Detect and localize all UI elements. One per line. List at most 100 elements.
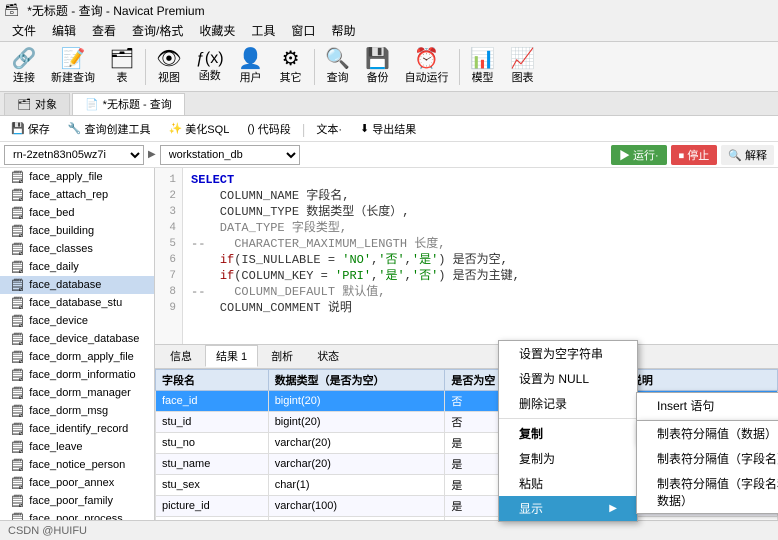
menu-favorites[interactable]: 收藏夹 — [191, 20, 243, 41]
ctx-copy-as[interactable]: 复制为 — [499, 446, 637, 471]
table-row-icon: 🗒 — [10, 332, 25, 346]
connection-select[interactable]: rn-2zetn83n05wz7i — [4, 145, 144, 165]
save-button[interactable]: 💾 保存 — [4, 119, 57, 139]
table-row-icon: 🗒 — [10, 260, 25, 274]
submenu-tab-sep-data[interactable]: 制表符分隔值（数据） — [637, 421, 778, 446]
sidebar-item-face-database-stu[interactable]: 🗒 face_database_stu — [0, 294, 154, 312]
query-builder-label: 查询创建工具 — [85, 121, 151, 137]
table-row-icon: 🗒 — [10, 368, 25, 382]
query-button[interactable]: 🔍 查询 — [318, 45, 358, 89]
view-icon: 👁 — [156, 49, 181, 69]
function-button[interactable]: ƒ(x) 函数 — [189, 45, 231, 89]
user-button[interactable]: 👤 用户 — [231, 45, 271, 89]
ctx-set-null[interactable]: 设置为 NULL — [499, 366, 637, 391]
other-button[interactable]: ⚙ 其它 — [271, 45, 311, 89]
run-button[interactable]: ▶ 运行· — [611, 145, 667, 165]
tab-result1[interactable]: 结果 1 — [205, 345, 258, 367]
ctx-arrow-icon: ▶ — [609, 503, 617, 514]
sidebar-item-face-poor-annex[interactable]: 🗒 face_poor_annex — [0, 474, 154, 492]
sidebar-item-face-bed[interactable]: 🗒 face_bed — [0, 204, 154, 222]
sidebar-item-face-dorm-manager[interactable]: 🗒 face_dorm_manager — [0, 384, 154, 402]
sidebar-item-face-dorm-msg[interactable]: 🗒 face_dorm_msg — [0, 402, 154, 420]
explain-button[interactable]: 🔍 解释 — [721, 145, 774, 165]
table-header-row: 字段名 数据类型（是否为空） 是否为空 是否为主键 说明 — [156, 369, 778, 390]
code-content[interactable]: SELECT COLUMN_NAME 字段名, COLUMN_TYPE 数据类型… — [183, 168, 778, 344]
sidebar-item-face-apply-file[interactable]: 🗒 face_apply_file — [0, 168, 154, 186]
autorun-button[interactable]: ⏰ 自动运行 — [398, 45, 456, 89]
code-line-7: if(COLUMN_KEY = 'PRI','是','否') 是否为主键, — [191, 268, 770, 284]
sidebar-item-face-dorm-apply-file[interactable]: 🗒 face_dorm_apply_file — [0, 348, 154, 366]
statusbar: CSDN @HUIFU — [0, 520, 778, 540]
ctx-copy[interactable]: 复制 — [499, 421, 637, 446]
menu-edit[interactable]: 编辑 — [44, 20, 84, 41]
menu-query[interactable]: 查询/格式 — [124, 20, 191, 41]
context-menu: 设置为空字符串 设置为 NULL 删除记录 复制 复制为 粘贴 显示 ▶ — [498, 340, 638, 522]
new-query-button[interactable]: 📝 新建查询 — [44, 45, 102, 89]
backup-button[interactable]: 💾 备份 — [358, 45, 398, 89]
sidebar-item-face-identify-record[interactable]: 🗒 face_identify_record — [0, 420, 154, 438]
sidebar-item-label: face_identify_record — [29, 423, 128, 435]
tab-objects-label: 对象 — [35, 96, 57, 112]
cell-field: face_status — [156, 516, 269, 520]
submenu-insert[interactable]: Insert 语句 — [637, 393, 778, 418]
backup-icon: 💾 — [365, 49, 390, 69]
sidebar-item-face-dorm-informatio[interactable]: 🗒 face_dorm_informatio — [0, 366, 154, 384]
view-button[interactable]: 👁 视图 — [149, 45, 189, 89]
sidebar-item-face-database[interactable]: 🗒 face_database — [0, 276, 154, 294]
sidebar-item-face-daily[interactable]: 🗒 face_daily — [0, 258, 154, 276]
query-builder-button[interactable]: 🔧 查询创建工具 — [61, 119, 158, 139]
table-button[interactable]: 🗂 表 — [102, 45, 142, 89]
code-snippet-label: 代码段 — [258, 121, 291, 137]
chart-label: 图表 — [512, 69, 534, 85]
text-button[interactable]: 文本· — [309, 119, 349, 139]
title-text: *无标题 - 查询 - Navicat Premium — [27, 2, 204, 19]
tab-objects[interactable]: 🗂 对象 — [4, 93, 70, 115]
autorun-icon: ⏰ — [414, 49, 439, 69]
app-icon: 🗃 — [4, 3, 19, 17]
menu-tools[interactable]: 工具 — [243, 20, 283, 41]
export-button[interactable]: ⬇ 导出结果 — [353, 119, 423, 139]
sidebar-item-face-building[interactable]: 🗒 face_building — [0, 222, 154, 240]
code-snippet-button[interactable]: () 代码段 — [240, 119, 297, 139]
sidebar-item-face-poor-process[interactable]: 🗒 face_poor_process — [0, 510, 154, 520]
tab-query[interactable]: 📄 *无标题 - 查询 — [72, 93, 185, 115]
database-select[interactable]: workstation_db — [160, 145, 300, 165]
ctx-delete-record[interactable]: 删除记录 — [499, 391, 637, 416]
sidebar-item-face-device-database[interactable]: 🗒 face_device_database — [0, 330, 154, 348]
sidebar-item-face-notice-person[interactable]: 🗒 face_notice_person — [0, 456, 154, 474]
menu-help[interactable]: 帮助 — [323, 20, 363, 41]
model-button[interactable]: 📊 模型 — [463, 45, 503, 89]
beautify-button[interactable]: ✨ 美化SQL — [162, 119, 237, 139]
title-bar: 🗃 *无标题 - 查询 - Navicat Premium — [0, 0, 778, 20]
sidebar-item-face-leave[interactable]: 🗒 face_leave — [0, 438, 154, 456]
tab-query-label: *无标题 - 查询 — [103, 96, 172, 112]
tab-info[interactable]: 信息 — [159, 345, 203, 367]
stop-button[interactable]: ⏹ 停止 — [671, 145, 718, 165]
menu-window[interactable]: 窗口 — [283, 20, 323, 41]
menu-view[interactable]: 查看 — [84, 20, 124, 41]
tab-status[interactable]: 状态 — [306, 345, 350, 367]
sidebar-item-face-classes[interactable]: 🗒 face_classes — [0, 240, 154, 258]
table-row-icon: 🗒 — [10, 476, 25, 490]
chart-button[interactable]: 📈 图表 — [503, 45, 543, 89]
submenu-tab-sep-field[interactable]: 制表符分隔值（字段名） — [637, 446, 778, 471]
cell-type: tinyint(4) — [268, 516, 445, 520]
sidebar-item-face-attach-rep[interactable]: 🗒 face_attach_rep — [0, 186, 154, 204]
table-row[interactable]: face_status tinyint(4) 是 否 0: 待审核 1: 已通过 — [156, 516, 778, 520]
ctx-paste[interactable]: 粘贴 — [499, 471, 637, 496]
sql-editor[interactable]: 1 2 3 4 5 6 7 8 9 SELECT COLUMN_NAME 字段名… — [155, 168, 778, 345]
ctx-set-empty-string[interactable]: 设置为空字符串 — [499, 341, 637, 366]
table-label: 表 — [117, 69, 128, 85]
cell-field: picture_id — [156, 495, 269, 516]
sidebar: 🗒 face_apply_file 🗒 face_attach_rep 🗒 fa… — [0, 168, 155, 520]
menu-file[interactable]: 文件 — [4, 20, 44, 41]
toolbar-sep-1 — [145, 49, 146, 85]
sidebar-item-face-device[interactable]: 🗒 face_device — [0, 312, 154, 330]
col-desc: 说明 — [624, 369, 777, 390]
sidebar-item-label: face_building — [29, 225, 94, 237]
sidebar-item-face-poor-family[interactable]: 🗒 face_poor_family — [0, 492, 154, 510]
connect-button[interactable]: 🔗 连接 — [4, 45, 44, 89]
submenu-tab-sep-both[interactable]: 制表符分隔值（字段名和数据） — [637, 471, 778, 513]
tab-profile[interactable]: 剖析 — [260, 345, 304, 367]
export-label: 导出结果 — [372, 121, 416, 137]
